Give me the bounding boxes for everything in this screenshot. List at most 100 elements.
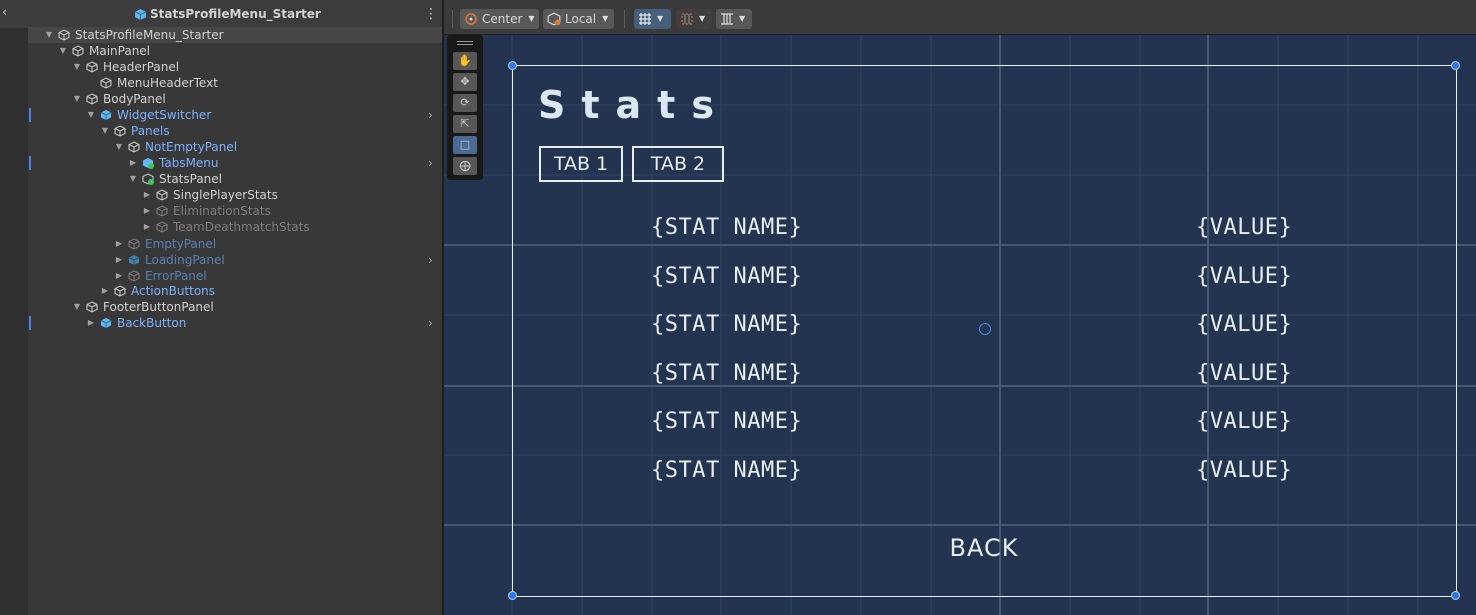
expand-arrow-icon[interactable]: ▼	[100, 123, 110, 139]
collapsed-arrow-icon[interactable]: ▶	[114, 236, 124, 252]
gameobject-icon	[86, 61, 98, 73]
pivot-mode-dropdown[interactable]: Center ▼	[460, 9, 539, 29]
align-icon	[721, 13, 733, 25]
hier-row-label: SinglePlayerStats	[173, 188, 278, 202]
hier-row-actionbuttons[interactable]: ▶ ActionButtons	[28, 283, 442, 299]
gameobject-icon	[128, 270, 140, 282]
align-tools-toggle[interactable]: ▼	[716, 9, 752, 29]
scene-canvas[interactable]: ✋ ✥ ⟳ ⇱ □ ⨁ Stats TAB 1 TAB 2 {STAT NAME…	[444, 35, 1476, 615]
chevron-down-icon: ▼	[699, 14, 706, 23]
hier-row-widgetswitcher[interactable]: ▼ WidgetSwitcher ›	[28, 107, 442, 123]
hier-row-label: MenuHeaderText	[117, 76, 218, 90]
stat-value-text: {VALUE}	[1196, 409, 1293, 434]
collapsed-arrow-icon[interactable]: ▶	[114, 252, 124, 268]
collapsed-arrow-icon[interactable]: ▶	[142, 187, 152, 203]
expand-arrow-icon[interactable]: ▼	[72, 299, 82, 315]
gameobject-icon	[100, 77, 112, 89]
scale-tool-icon[interactable]: ⇱	[453, 115, 477, 133]
scene-view: Center ▼ Local ▼ ▼ ▼ ▼ ✋ ✥ ⟳ ⇱ □ ⨁ Stats…	[444, 0, 1476, 615]
collapsed-arrow-icon[interactable]: ▶	[128, 155, 138, 171]
rect-tool-icon[interactable]: □	[453, 136, 477, 154]
pivot-mode-label: Center	[482, 12, 523, 26]
prefab-title: StatsProfileMenu_Starter	[134, 6, 321, 22]
gameobject-icon	[72, 45, 84, 57]
hier-row-teamdeathmatchstats[interactable]: ▶ TeamDeathmatchStats	[28, 219, 442, 235]
pivot-point[interactable]	[979, 323, 991, 335]
prefab-override-bar	[29, 108, 31, 122]
transform-tool-icon[interactable]: ⨁	[453, 157, 477, 175]
gameobject-icon	[58, 29, 70, 41]
collapsed-arrow-icon[interactable]: ▶	[142, 203, 152, 219]
rotate-tool-icon[interactable]: ⟳	[453, 94, 477, 112]
rect-handle-top-left[interactable]	[508, 61, 517, 70]
hier-row-statspanel[interactable]: ▼ StatsPanel	[28, 171, 442, 187]
hier-row-label: EmptyPanel	[145, 237, 217, 251]
hier-row-root[interactable]: ▼ StatsProfileMenu_Starter	[28, 27, 442, 43]
expand-arrow-icon[interactable]: ▼	[128, 171, 138, 187]
open-prefab-chevron-icon[interactable]: ›	[428, 315, 438, 331]
hier-row-panels[interactable]: ▼ Panels	[28, 123, 442, 139]
open-prefab-chevron-icon[interactable]: ›	[428, 155, 438, 171]
hier-row-label: StatsPanel	[159, 172, 223, 186]
move-tool-icon[interactable]: ✥	[453, 73, 477, 91]
rect-handle-bottom-left[interactable]	[508, 591, 517, 600]
hier-row-headerpanel[interactable]: ▼ HeaderPanel	[28, 59, 442, 75]
gameobject-icon	[114, 125, 126, 137]
hier-row-bodypanel[interactable]: ▼ BodyPanel	[28, 91, 442, 107]
tab-1-button[interactable]: TAB 1	[539, 146, 623, 182]
expand-arrow-icon[interactable]: ▼	[72, 91, 82, 107]
rect-handle-bottom-right[interactable]	[1451, 591, 1460, 600]
hier-row-label: WidgetSwitcher	[117, 108, 212, 122]
expand-arrow-icon[interactable]: ▼	[44, 27, 54, 43]
hier-row-menuheadertext[interactable]: MenuHeaderText	[28, 75, 442, 91]
more-options-icon[interactable]: ⋮	[424, 6, 438, 22]
expand-arrow-icon[interactable]: ▼	[58, 43, 68, 59]
space-mode-label: Local	[565, 12, 597, 26]
hier-row-notemptypanel[interactable]: ▼ NotEmptyPanel	[28, 139, 442, 155]
collapsed-arrow-icon[interactable]: ▶	[114, 268, 124, 284]
prefab-cube-icon	[134, 8, 147, 20]
back-arrow-icon[interactable]: ‹	[2, 5, 12, 21]
scene-tools-overlay: ✋ ✥ ⟳ ⇱ □ ⨁	[447, 35, 483, 180]
prefab-override-bar	[29, 316, 31, 330]
hier-row-label: BackButton	[117, 316, 187, 330]
toolbar-separator	[452, 10, 453, 28]
hand-tool-icon[interactable]: ✋	[453, 52, 477, 70]
prefab-variant-icon	[143, 158, 154, 169]
gameobject-icon	[86, 301, 98, 313]
prefab-title-text: StatsProfileMenu_Starter	[150, 7, 321, 21]
hier-row-singleplayerstats[interactable]: ▶ SinglePlayerStats	[28, 187, 442, 203]
gameobject-icon	[86, 93, 98, 105]
tab-2-button[interactable]: TAB 2	[632, 146, 724, 182]
increment-snap-icon	[681, 13, 693, 25]
chevron-down-icon: ▼	[657, 14, 664, 23]
drag-handle-icon[interactable]	[457, 44, 473, 45]
collapsed-arrow-icon[interactable]: ▶	[142, 219, 152, 235]
hier-row-errorpanel[interactable]: ▶ ErrorPanel	[28, 268, 442, 284]
back-button[interactable]: BACK	[942, 533, 1026, 563]
drag-handle-icon[interactable]	[457, 41, 473, 42]
grid-snapping-toggle[interactable]: ▼	[634, 9, 671, 29]
hier-row-emptypanel[interactable]: ▶ EmptyPanel	[28, 236, 442, 252]
hier-row-loadingpanel[interactable]: ▶ LoadingPanel ›	[28, 252, 442, 268]
expand-arrow-icon[interactable]: ▼	[72, 59, 82, 75]
increment-snap-toggle[interactable]: ▼	[676, 9, 712, 29]
open-prefab-chevron-icon[interactable]: ›	[428, 107, 438, 123]
gameobject-icon	[128, 141, 140, 153]
open-prefab-chevron-icon[interactable]: ›	[428, 252, 438, 268]
hier-row-footerbuttonpanel[interactable]: ▼ FooterButtonPanel	[28, 299, 442, 315]
hier-row-eliminationstats[interactable]: ▶ EliminationStats	[28, 203, 442, 219]
hier-row-tabsmenu[interactable]: ▶ TabsMenu ›	[28, 155, 442, 171]
hier-row-mainpanel[interactable]: ▼ MainPanel	[28, 43, 442, 59]
prefab-cube-icon	[100, 110, 112, 120]
expand-arrow-icon[interactable]: ▼	[86, 107, 96, 123]
hier-row-label: MainPanel	[89, 44, 151, 58]
expand-arrow-icon[interactable]: ▼	[114, 139, 124, 155]
hier-row-backbutton[interactable]: ▶ BackButton ›	[28, 315, 442, 331]
rect-handle-top-right[interactable]	[1451, 61, 1460, 70]
collapsed-arrow-icon[interactable]: ▶	[86, 315, 96, 331]
pivot-rotation-dropdown[interactable]: Local ▼	[543, 9, 614, 29]
gameobject-added-icon	[142, 173, 154, 185]
collapsed-arrow-icon[interactable]: ▶	[100, 283, 110, 299]
gameobject-icon	[156, 189, 168, 201]
